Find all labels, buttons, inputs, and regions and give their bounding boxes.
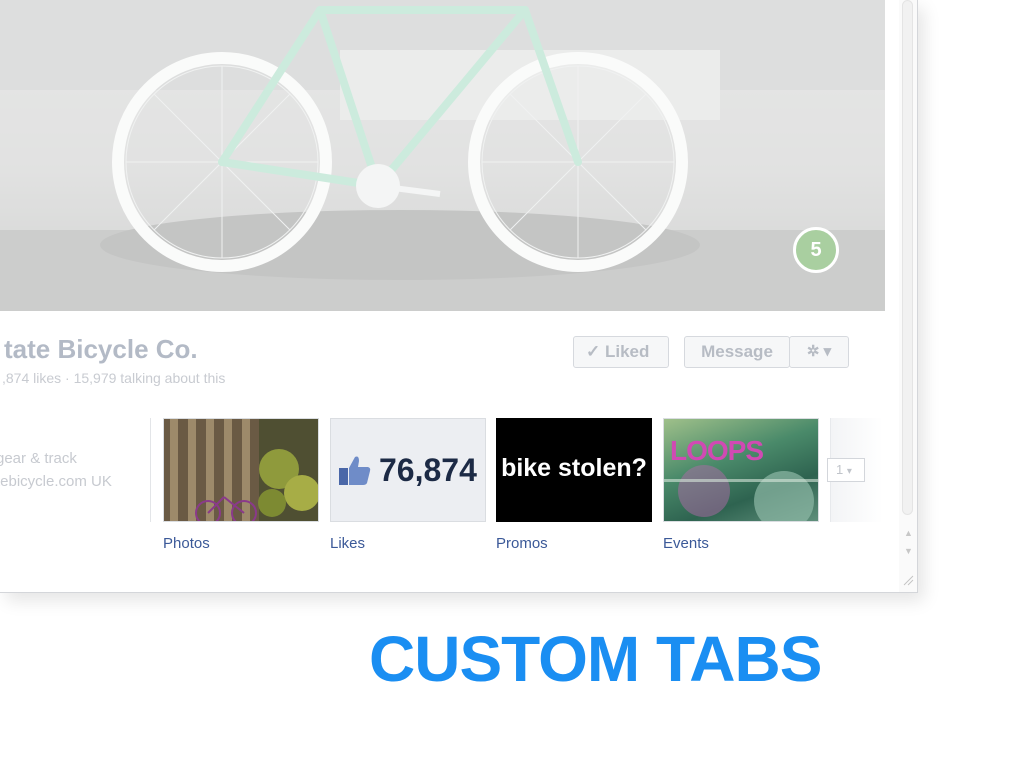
chevron-down-icon: ▾ [846,466,852,477]
promos-text: bike stolen? [501,454,647,482]
facebook-page-window: 5 tate Bicycle Co. ,874 likes · 15,979 t… [0,0,918,593]
settings-dropdown-button[interactable]: ✲ ▾ [789,336,849,368]
about-text: gear & track [0,450,77,467]
page-title[interactable]: tate Bicycle Co. [4,334,198,365]
tab-photos-label: Photos [163,535,210,552]
vertical-scrollbar[interactable]: ▲ ▼ [899,0,917,592]
about-section: gear & track tebicycle.com UK [0,418,151,522]
about-website-link[interactable]: tebicycle.com UK [0,473,112,490]
likes-thumbnail: 76,874 [330,418,486,522]
events-thumbnail: LOOPS [663,418,819,522]
tab-promos-label: Promos [496,535,548,552]
resize-grip-icon[interactable] [902,574,914,586]
photo-count-badge[interactable]: 5 [793,227,839,273]
tab-photos[interactable]: Photos [163,418,319,552]
tab-events-label: Events [663,535,709,552]
tab-likes[interactable]: 76,874 Likes [330,418,486,552]
liked-button[interactable]: ✓ Liked [573,336,669,368]
scroll-down-icon[interactable]: ▼ [904,546,913,556]
check-icon: ✓ [586,342,601,361]
page-stats: ,874 likes · 15,979 talking about this [2,370,226,386]
scrollbar-thumb[interactable] [902,0,913,515]
promos-thumbnail: bike stolen? [496,418,652,522]
tab-pager-dropdown[interactable]: 1 ▾ [827,458,865,482]
cover-veil [0,0,885,311]
photos-thumbnail [163,418,319,522]
tab-pager-value: 1 [836,462,844,477]
gear-icon: ✲ [806,343,820,360]
tab-promos[interactable]: bike stolen? Promos [496,418,652,552]
custom-tabs-caption: CUSTOM TABS [369,623,822,695]
thumbs-up-icon [339,456,371,485]
tab-likes-label: Likes [330,535,366,552]
events-loops-text: LOOPS [670,435,764,466]
cover-photo[interactable]: 5 [0,0,885,311]
message-button[interactable]: Message [684,336,790,368]
chevron-down-icon: ▾ [823,343,832,360]
tab-events[interactable]: LOOPS Events [663,418,819,552]
scroll-up-icon[interactable]: ▲ [904,528,913,538]
liked-button-label: Liked [604,342,650,361]
likes-count: 76,874 [379,452,477,488]
